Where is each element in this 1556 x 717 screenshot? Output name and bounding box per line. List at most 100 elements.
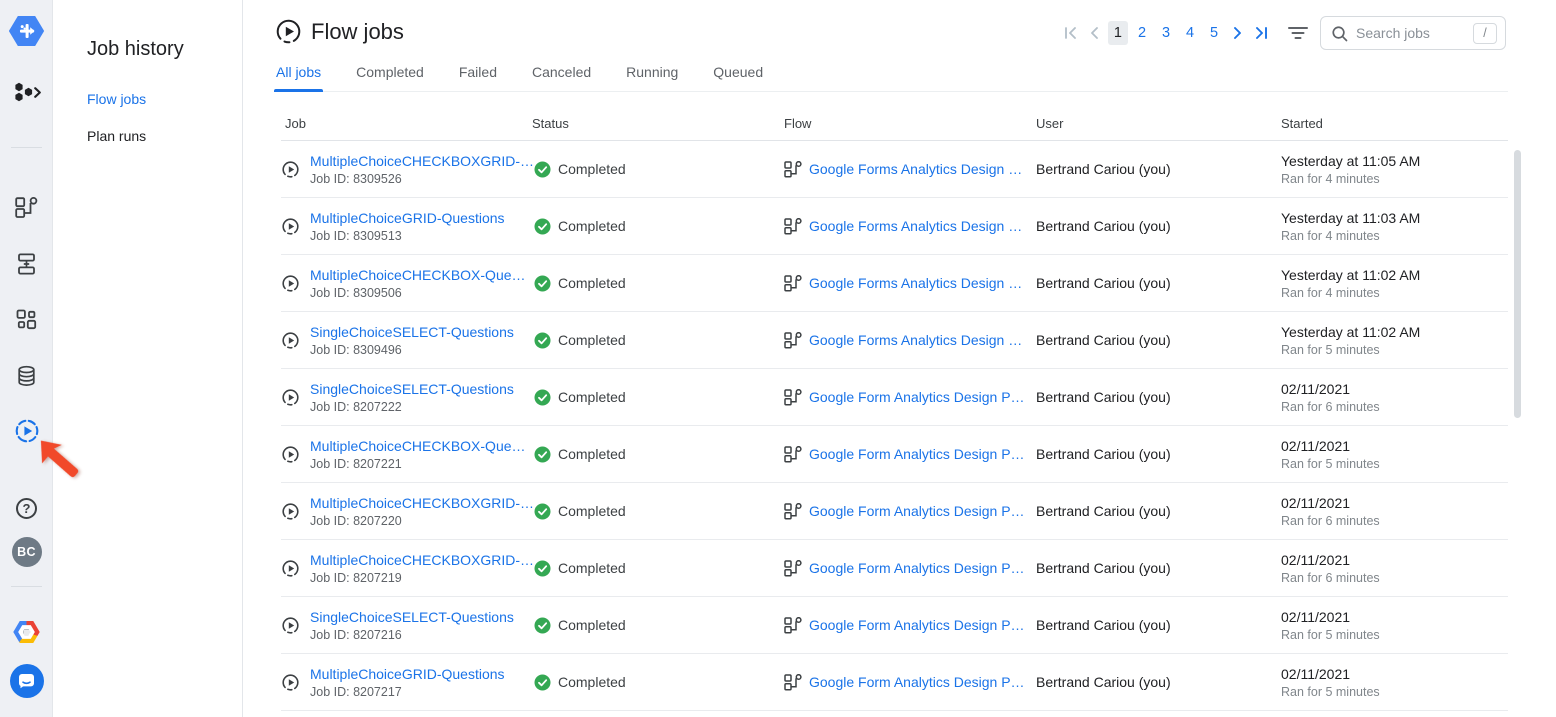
- completed-check-icon: [534, 218, 551, 235]
- status-label: Completed: [558, 218, 626, 234]
- column-header-status: Status: [532, 116, 784, 131]
- job-name-link[interactable]: MultipleChoiceCHECKBOXGRID-…: [310, 153, 532, 169]
- status-label: Completed: [558, 617, 626, 633]
- page-number-2[interactable]: 2: [1132, 21, 1152, 45]
- table-row[interactable]: MultipleChoiceCHECKBOXGRID-… Job ID: 820…: [281, 483, 1508, 540]
- user-name: Bertrand Cariou (you): [1036, 161, 1171, 177]
- vertical-scrollbar-thumb[interactable]: [1514, 150, 1521, 418]
- library-icon[interactable]: [0, 309, 53, 330]
- user-name: Bertrand Cariou (you): [1036, 503, 1171, 519]
- job-id: Job ID: 8309506: [310, 286, 526, 300]
- search-box[interactable]: /: [1320, 16, 1506, 50]
- run-duration: Ran for 5 minutes: [1281, 628, 1380, 642]
- google-cloud-icon[interactable]: [0, 620, 53, 644]
- dataprep-logo[interactable]: [0, 15, 53, 47]
- table-row[interactable]: MultipleChoiceCHECKBOXGRID-… Job ID: 820…: [281, 540, 1508, 597]
- started-time: Yesterday at 11:05 AM: [1281, 153, 1420, 169]
- job-id: Job ID: 8207220: [310, 514, 532, 528]
- table-row[interactable]: SingleChoiceSELECT-Questions Job ID: 830…: [281, 312, 1508, 369]
- table-row[interactable]: MultipleChoiceGRID-Questions Job ID: 820…: [281, 654, 1508, 711]
- table-row[interactable]: MultipleChoiceCHECKBOXGRID-… Job ID: 830…: [281, 141, 1508, 198]
- workspaces-hexagons-icon[interactable]: [0, 81, 53, 103]
- job-name-link[interactable]: SingleChoiceSELECT-Questions: [310, 324, 514, 340]
- main-content: Flow jobs 1 2 3 4 5: [243, 0, 1556, 717]
- job-name-link[interactable]: MultipleChoiceCHECKBOXGRID-…: [310, 495, 532, 511]
- job-name-link[interactable]: MultipleChoiceGRID-Questions: [310, 210, 505, 226]
- completed-check-icon: [534, 446, 551, 463]
- table-row[interactable]: SingleChoiceSELECT-Questions Job ID: 820…: [281, 597, 1508, 654]
- first-page-button[interactable]: [1058, 21, 1082, 45]
- prev-page-button[interactable]: [1082, 21, 1106, 45]
- help-icon[interactable]: ?: [0, 498, 53, 519]
- tab-failed[interactable]: Failed: [458, 62, 498, 91]
- page-number-5[interactable]: 5: [1204, 21, 1224, 45]
- tab-completed[interactable]: Completed: [355, 62, 425, 91]
- flow-link[interactable]: Google Form Analytics Design P…: [809, 617, 1025, 633]
- table-row[interactable]: MultipleChoiceGRID-Questions Job ID: 830…: [281, 198, 1508, 255]
- job-name-link[interactable]: SingleChoiceSELECT-Questions: [310, 381, 514, 397]
- tab-queued[interactable]: Queued: [712, 62, 764, 91]
- table-row[interactable]: SingleChoiceSELECT-Questions Job ID: 820…: [281, 369, 1508, 426]
- tab-canceled[interactable]: Canceled: [531, 62, 592, 91]
- page-number-4[interactable]: 4: [1180, 21, 1200, 45]
- connections-database-icon[interactable]: [0, 365, 53, 387]
- flow-icon: [784, 560, 802, 577]
- chat-support-icon[interactable]: [0, 664, 53, 698]
- completed-check-icon: [534, 275, 551, 292]
- panel-item-flow-jobs[interactable]: Flow jobs: [87, 91, 242, 107]
- avatar-initials: BC: [12, 537, 42, 567]
- job-id: Job ID: 8207219: [310, 571, 532, 585]
- plans-icon[interactable]: [0, 253, 53, 275]
- job-name-link[interactable]: MultipleChoiceGRID-Questions: [310, 666, 505, 682]
- flow-link[interactable]: Google Forms Analytics Design …: [809, 161, 1022, 177]
- flow-link[interactable]: Google Form Analytics Design P…: [809, 560, 1025, 576]
- flow-link[interactable]: Google Form Analytics Design P…: [809, 446, 1025, 462]
- flow-icon: [784, 161, 802, 178]
- status-label: Completed: [558, 446, 626, 462]
- job-name-link[interactable]: MultipleChoiceCHECKBOX-Que…: [310, 267, 526, 283]
- run-duration: Ran for 4 minutes: [1281, 286, 1380, 300]
- last-page-button[interactable]: [1250, 21, 1274, 45]
- job-run-icon: [281, 331, 300, 350]
- flow-link[interactable]: Google Form Analytics Design P…: [809, 389, 1025, 405]
- run-duration: Ran for 4 minutes: [1281, 229, 1380, 243]
- run-duration: Ran for 5 minutes: [1281, 343, 1380, 357]
- flow-link[interactable]: Google Forms Analytics Design …: [809, 332, 1022, 348]
- job-name-link[interactable]: MultipleChoiceCHECKBOX-Que…: [310, 438, 526, 454]
- flow-link[interactable]: Google Forms Analytics Design …: [809, 275, 1022, 291]
- panel-item-plan-runs[interactable]: Plan runs: [87, 128, 242, 144]
- job-id: Job ID: 8309513: [310, 229, 505, 243]
- job-name-link[interactable]: MultipleChoiceCHECKBOXGRID-…: [310, 552, 532, 568]
- filter-icon[interactable]: [1288, 25, 1308, 41]
- completed-check-icon: [534, 503, 551, 520]
- tab-all-jobs[interactable]: All jobs: [275, 62, 322, 91]
- job-name-link[interactable]: SingleChoiceSELECT-Questions: [310, 609, 514, 625]
- job-id: Job ID: 8309496: [310, 343, 514, 357]
- flow-link[interactable]: Google Form Analytics Design P…: [809, 503, 1025, 519]
- page-title: Flow jobs: [311, 19, 404, 45]
- page-number-3[interactable]: 3: [1156, 21, 1176, 45]
- avatar[interactable]: BC: [0, 537, 53, 567]
- user-name: Bertrand Cariou (you): [1036, 560, 1171, 576]
- flow-link[interactable]: Google Form Analytics Design P…: [809, 674, 1025, 690]
- status-label: Completed: [558, 560, 626, 576]
- table-row[interactable]: MultipleChoiceCHECKBOX-Que… Job ID: 8309…: [281, 255, 1508, 312]
- toolbar: 1 2 3 4 5 /: [1058, 16, 1506, 50]
- search-input[interactable]: [1356, 25, 1473, 41]
- column-header-flow: Flow: [784, 116, 1036, 131]
- pagination: 1 2 3 4 5: [1058, 21, 1274, 45]
- search-icon: [1331, 25, 1348, 42]
- tab-running[interactable]: Running: [625, 62, 679, 91]
- next-page-button[interactable]: [1226, 21, 1250, 45]
- completed-check-icon: [534, 674, 551, 691]
- flow-icon: [784, 617, 802, 634]
- page-number-1[interactable]: 1: [1108, 21, 1128, 45]
- job-history-icon[interactable]: [0, 418, 53, 444]
- table-row[interactable]: MultipleChoiceCHECKBOX-Que… Job ID: 8207…: [281, 426, 1508, 483]
- flow-jobs-title-icon: [275, 18, 302, 45]
- flows-icon[interactable]: [0, 197, 53, 218]
- flow-link[interactable]: Google Forms Analytics Design …: [809, 218, 1022, 234]
- flow-icon: [784, 218, 802, 235]
- user-name: Bertrand Cariou (you): [1036, 389, 1171, 405]
- started-time: Yesterday at 11:02 AM: [1281, 267, 1420, 283]
